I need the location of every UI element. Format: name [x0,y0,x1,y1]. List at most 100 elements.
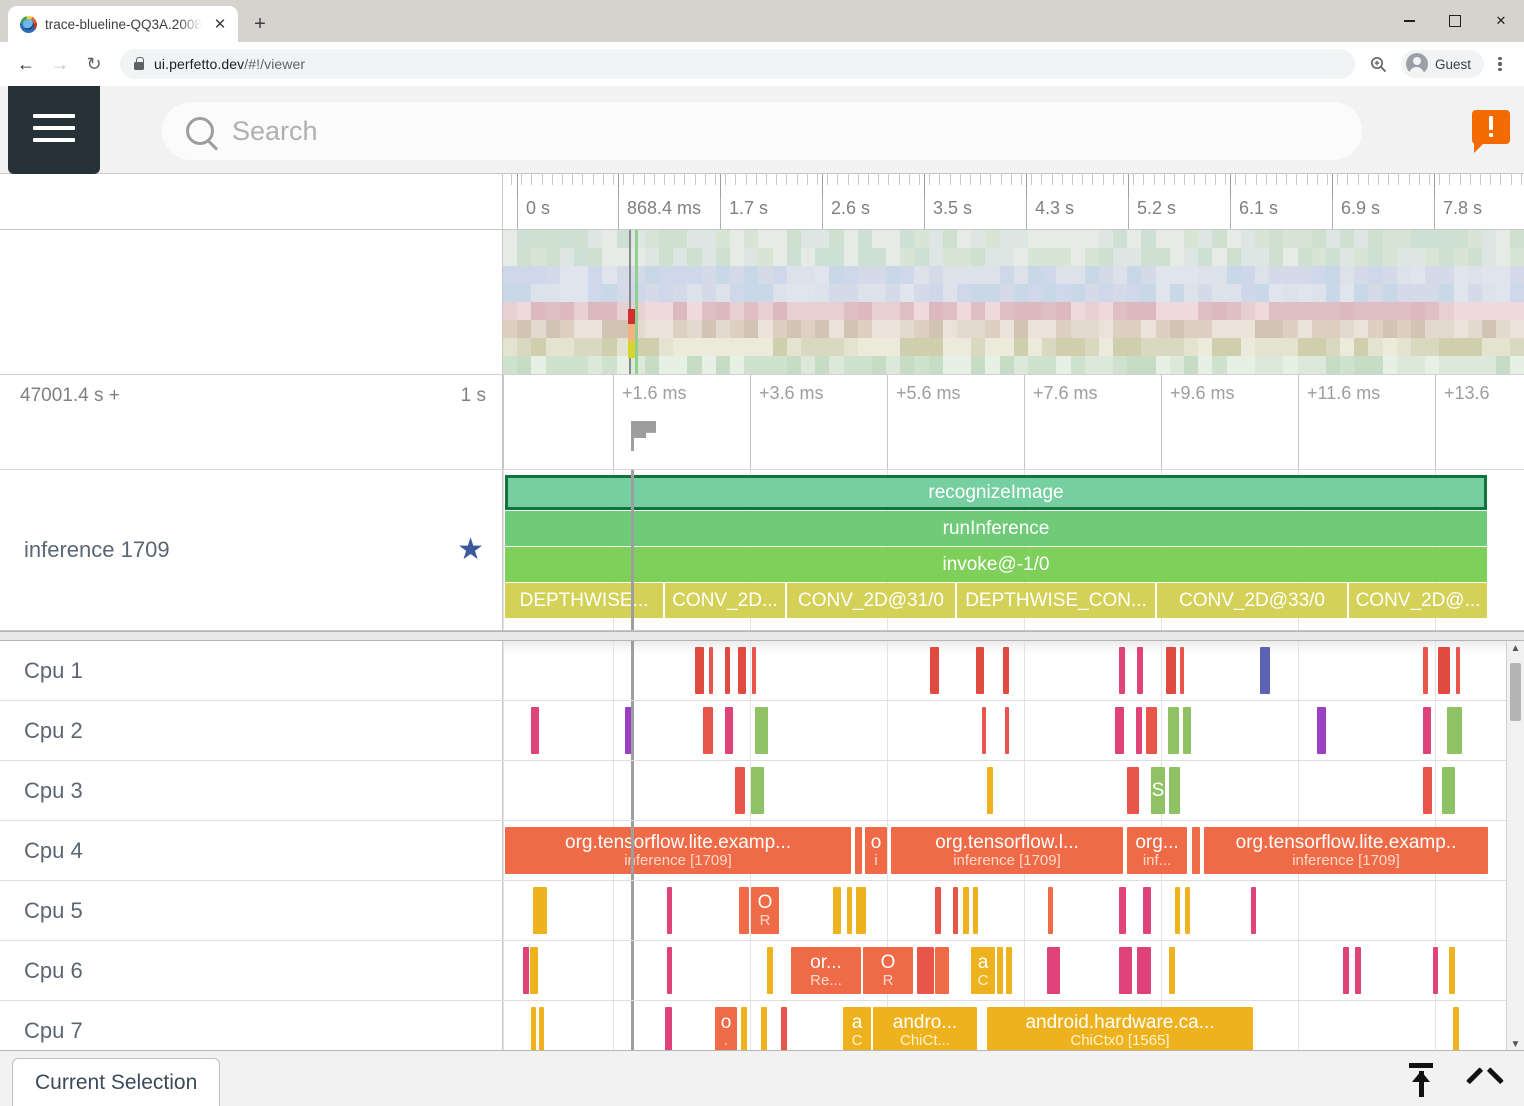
back-icon[interactable]: ← [10,48,42,80]
cpu-slice[interactable] [1005,707,1009,754]
cpu-slice[interactable] [761,1007,767,1054]
cpu-slice[interactable] [935,887,941,934]
cpu-slice[interactable] [735,767,745,814]
cpu-slice[interactable] [751,767,764,814]
cpu-slice-area[interactable] [503,641,1524,700]
cpu-slice[interactable] [847,887,852,934]
cpu-slice[interactable] [1127,767,1139,814]
cpu-slice[interactable] [1423,647,1428,694]
cpu-slice[interactable]: org.tensorflow.l...inference [1709] [891,827,1123,874]
cpu-slice[interactable] [1355,947,1361,994]
cpu-slice[interactable] [1180,647,1184,694]
maximize-icon[interactable] [1432,0,1478,42]
cpu-slice[interactable]: andro...ChiCt... [873,1007,977,1054]
cpu-slice[interactable]: o. [715,1007,737,1054]
cpu-slice[interactable] [725,707,733,754]
reload-icon[interactable]: ↻ [78,48,110,80]
cpu-slice[interactable]: org.tensorflow.lite.examp...inference [1… [505,827,851,874]
close-icon[interactable]: ✕ [210,14,230,34]
cpu-slice[interactable] [1115,707,1124,754]
minimize-icon[interactable] [1386,0,1432,42]
cpu-slice[interactable] [855,827,862,874]
cpu-slice[interactable]: OR [863,947,913,994]
cpu-slice[interactable] [1006,947,1012,994]
cpu-slice-area[interactable]: S [503,761,1524,820]
cpu-slice[interactable] [1003,647,1009,694]
cpu-slice[interactable] [752,647,756,694]
cpu-slice[interactable] [1119,947,1132,994]
cpu-slice[interactable] [930,647,939,694]
forward-icon[interactable]: → [44,48,76,80]
cpu-track-name-cell[interactable]: Cpu 2 [0,701,503,760]
cpu-slice[interactable] [1183,707,1191,754]
cpu-slice[interactable] [741,1007,747,1054]
scrollbar-thumb[interactable] [1510,663,1521,721]
cpu-slice[interactable] [1433,947,1438,994]
cpu-slice[interactable] [755,707,768,754]
cpu-slice[interactable] [781,1007,787,1054]
cpu-slice[interactable] [963,887,969,934]
cpu-track-name-cell[interactable]: Cpu 3 [0,761,503,820]
cpu-slice[interactable] [976,647,984,694]
time-cursor[interactable] [631,881,634,940]
hamburger-icon[interactable] [8,86,100,174]
cpu-slice[interactable] [1137,947,1151,994]
overview-minimap[interactable] [503,230,1524,374]
vertical-scrollbar[interactable]: ▲▼ [1506,641,1524,1061]
process-track-name-cell[interactable]: inference 1709 ★ [0,470,503,630]
cpu-track-name-cell[interactable]: Cpu 5 [0,881,503,940]
cpu-slice[interactable] [1453,1007,1459,1054]
address-bar[interactable]: ui.perfetto.dev/#!/viewer [120,49,1355,79]
cpu-slice[interactable]: org.tensorflow.lite.examp..inference [17… [1204,827,1488,874]
cpu-slice[interactable] [1169,947,1175,994]
cpu-slice[interactable] [530,947,538,994]
cpu-slice[interactable]: OR [751,887,779,934]
cpu-slice[interactable] [1192,827,1200,874]
cpu-slice[interactable] [1447,707,1462,754]
cpu-slice[interactable] [531,707,539,754]
flag-marker-icon[interactable] [631,421,659,451]
zoom-icon[interactable] [1365,50,1393,78]
expand-less-icon[interactable] [1468,1063,1502,1097]
error-notification-icon[interactable] [1472,110,1510,144]
cpu-slice[interactable] [739,887,749,934]
cpu-slice[interactable] [738,647,746,694]
cpu-slice[interactable] [1168,707,1179,754]
cpu-slice-area[interactable]: or...Re...ORaC [503,941,1524,1000]
cpu-slice[interactable]: org...inf... [1127,827,1187,874]
cpu-slice[interactable] [1185,887,1190,934]
cpu-slice[interactable] [703,707,713,754]
cpu-slice[interactable] [533,887,547,934]
cpu-slice[interactable]: aC [971,947,995,994]
tab-current-selection[interactable]: Current Selection [12,1058,220,1106]
star-icon[interactable]: ★ [457,535,484,565]
cpu-slice[interactable]: android.hardware.ca...ChiCtx0 [1565] [987,1007,1253,1054]
cpu-slice-area[interactable]: org.tensorflow.lite.examp...inference [1… [503,821,1524,880]
search-box[interactable] [162,102,1362,160]
cpu-slice[interactable] [695,647,704,694]
cpu-slice[interactable] [856,887,866,934]
cpu-slice[interactable] [1260,647,1270,694]
cpu-slice[interactable] [1449,947,1455,994]
cpu-slice[interactable]: oi [865,827,887,874]
slice[interactable]: CONV_2D... [665,583,785,618]
kebab-menu-icon[interactable] [1486,49,1514,79]
cpu-slice[interactable] [997,947,1003,994]
cpu-slice[interactable] [1137,647,1143,694]
panel-splitter[interactable] [0,631,1524,641]
cpu-slice[interactable] [665,1007,672,1054]
cpu-slice[interactable] [1456,647,1460,694]
cpu-slice[interactable] [982,707,986,754]
slice[interactable]: CONV_2D@31/0 [787,583,955,618]
cpu-slice[interactable]: S [1151,767,1165,814]
cpu-slice[interactable] [833,887,841,934]
cpu-slice[interactable] [667,947,672,994]
cpu-slice[interactable] [1119,647,1125,694]
cpu-slice[interactable] [1143,887,1151,934]
slice[interactable]: DEPTHWISE_CON... [957,583,1155,618]
cpu-slice[interactable] [767,947,773,994]
cpu-slice[interactable] [667,887,672,934]
cpu-slice[interactable] [1119,887,1126,934]
cpu-slice[interactable] [709,647,713,694]
cpu-slice[interactable] [1251,887,1256,934]
